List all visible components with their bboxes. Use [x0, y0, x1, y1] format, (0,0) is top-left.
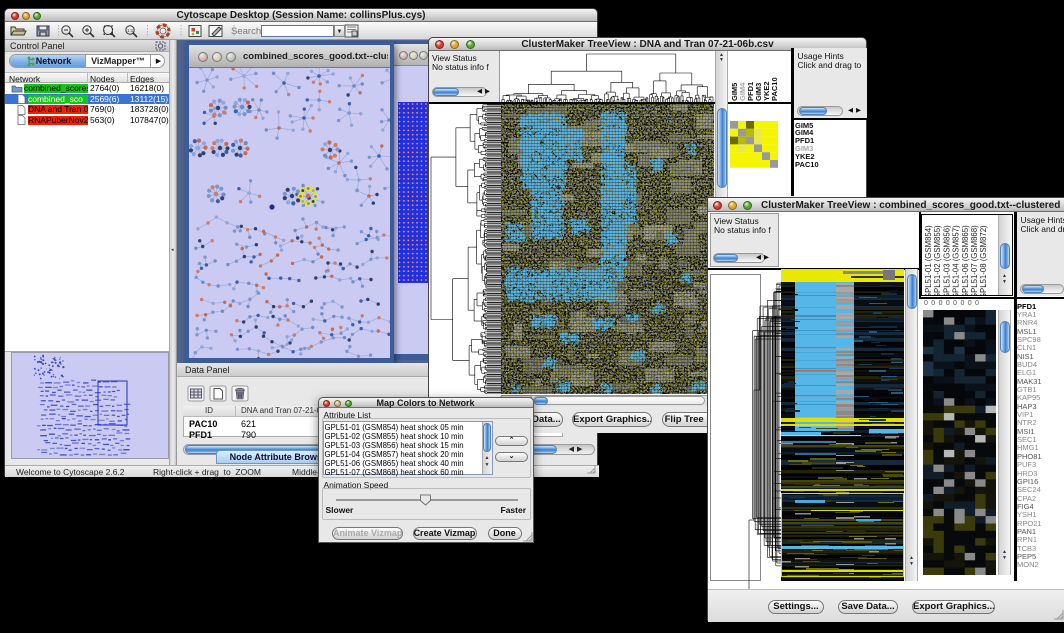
svg-text:1:1: 1:1	[127, 28, 134, 33]
svg-text:GPL51-08 (GSM872): GPL51-08 (GSM872)	[979, 225, 988, 296]
svg-text:GPL51-03 (GSM856): GPL51-03 (GSM856)	[942, 225, 951, 296]
svg-text:GPL51-04 (GSM857): GPL51-04 (GSM857)	[952, 225, 961, 296]
svg-text:GPL51-07 (GSM868): GPL51-07 (GSM868)	[970, 225, 979, 296]
svg-text:GPL51-02 (GSM855): GPL51-02 (GSM855)	[933, 225, 942, 296]
svg-text:PAC10: PAC10	[770, 77, 779, 101]
svg-text:GPL51-01 (GSM854): GPL51-01 (GSM854)	[924, 225, 933, 296]
svg-text:GPL51-06 (GSM865): GPL51-06 (GSM865)	[961, 225, 970, 296]
